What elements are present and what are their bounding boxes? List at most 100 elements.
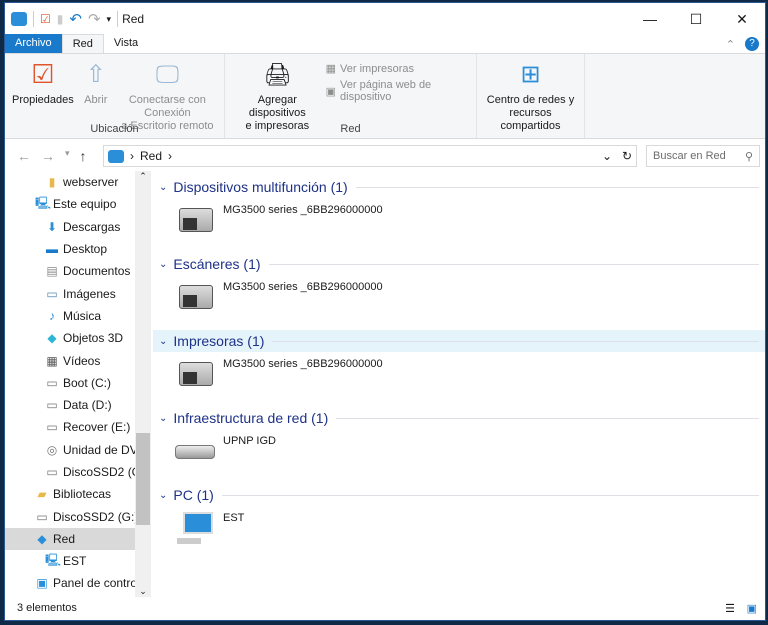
back-button[interactable]: ← — [17, 148, 31, 164]
sidebar-item[interactable]: ▭ Recover (E:) — [5, 416, 151, 438]
tab-vista[interactable]: Vista — [104, 34, 148, 54]
sidebar-item[interactable]: ⬇ Descargas — [5, 216, 151, 238]
pictures-icon: ▭ — [46, 286, 58, 301]
forward-button[interactable]: → — [41, 148, 55, 164]
chevron-down-icon[interactable]: ⌄ — [159, 182, 167, 193]
printers-icon: ▦ — [325, 63, 337, 75]
sidebar-item-label: Recover (E:) — [63, 420, 131, 435]
close-button[interactable]: ✕ — [719, 3, 765, 35]
group-header[interactable]: ⌄ Dispositivos multifunción (1) — [153, 176, 765, 198]
sidebar-item-label: Música — [63, 308, 102, 323]
folder-icon: ▮ — [48, 175, 56, 190]
control-panel-icon: ▣ — [36, 576, 48, 591]
status-bar: 3 elementos ☰ ▣ — [5, 596, 765, 620]
sidebar-item-label: Vídeos — [63, 353, 101, 368]
sidebar-item-label: EST — [63, 554, 87, 569]
sidebar-item[interactable]: 🖳 Este equipo — [5, 193, 151, 215]
group-header[interactable]: ⌄ Impresoras (1) — [153, 330, 765, 352]
chevron-down-icon[interactable]: ⌄ — [159, 259, 167, 270]
address-dropdown-icon[interactable]: ⌄ — [602, 149, 612, 163]
tab-red[interactable]: Red — [61, 34, 104, 54]
group-header[interactable]: ⌄ Escáneres (1) — [153, 253, 765, 275]
sidebar-item[interactable]: ▭ Boot (C:) — [5, 372, 151, 394]
chevron-down-icon[interactable]: ⌄ — [159, 413, 167, 424]
sidebar-item-label: Data (D:) — [63, 398, 112, 413]
centro-redes-button[interactable]: ⊞ Centro de redes y recursos compartidos — [481, 58, 580, 138]
window-title: Red — [122, 12, 145, 26]
details-view-icon[interactable]: ☰ — [725, 602, 735, 615]
open-icon: ⇧ — [85, 60, 106, 88]
router-icon — [175, 435, 215, 469]
sidebar-item[interactable]: ◆ Red — [5, 527, 151, 551]
sidebar-item-label: Panel de control — [53, 576, 140, 591]
sidebar-item[interactable]: ▤ Documentos — [5, 260, 151, 282]
sidebar-item[interactable]: ♪ Música — [5, 305, 151, 327]
redo-icon[interactable]: ↷ — [88, 10, 101, 28]
tab-archivo[interactable]: Archivo — [5, 34, 62, 54]
search-icon: ⚲ — [744, 150, 753, 163]
title-bar: ☑ ▮ ↶ ↷ ▾ Red — ☐ ✕ — [5, 3, 765, 35]
undo-icon[interactable]: ↶ — [69, 10, 82, 28]
explorer-window: ☑ ▮ ↶ ↷ ▾ Red — ☐ ✕ Archivo Red Vista ⌃?… — [4, 2, 766, 621]
sidebar-item-label: webserver — [63, 175, 119, 190]
sidebar-item[interactable]: ▭ Imágenes — [5, 282, 151, 304]
refresh-icon[interactable]: ↻ — [622, 149, 632, 163]
sidebar-item[interactable]: ▭ Data (D:) — [5, 394, 151, 416]
drive-icon: ▭ — [46, 375, 58, 390]
drive-icon: ▭ — [36, 509, 48, 524]
sidebar-item[interactable]: ▦ Vídeos — [5, 349, 151, 371]
content-pane: ⌄ Dispositivos multifunción (1) MG3500 ser… — [153, 171, 765, 597]
ver-impresoras-button[interactable]: ▦ Ver impresoras — [325, 62, 472, 76]
sidebar-item[interactable]: ▭ DiscoSSD2 (G:) — [5, 461, 151, 483]
minimize-button[interactable]: — — [627, 3, 673, 35]
video-icon: ▦ — [46, 353, 58, 368]
remote-desktop-icon: 🖵 — [155, 60, 179, 88]
sidebar-item[interactable]: ▮ webserver — [5, 171, 151, 193]
chevron-down-icon[interactable]: ⌄ — [159, 490, 167, 501]
sidebar-item-label: Red — [53, 531, 76, 546]
device-item[interactable]: MG3500 series _6BB296000000 — [153, 198, 765, 248]
maximize-button[interactable]: ☐ — [673, 3, 719, 35]
sidebar-item[interactable]: 🖳 EST — [5, 550, 151, 572]
device-item[interactable]: MG3500 series _6BB296000000 — [153, 275, 765, 325]
sidebar-item[interactable]: ▣ Panel de control — [5, 572, 151, 594]
drive-icon: ▭ — [46, 398, 58, 413]
printer-icon — [175, 358, 215, 392]
web-page-icon: ▣ — [325, 85, 337, 98]
search-input[interactable]: Buscar en Red ⚲ — [646, 145, 760, 167]
library-icon: ▰ — [37, 487, 47, 502]
help-icon[interactable]: ? — [745, 37, 759, 51]
recent-dropdown[interactable]: ▾ — [65, 148, 70, 164]
up-button[interactable]: ↑ — [80, 148, 87, 164]
large-icons-view-icon[interactable]: ▣ — [747, 602, 757, 615]
group-header[interactable]: ⌄ PC (1) — [153, 484, 765, 506]
device-item[interactable]: UPNP IGD — [153, 429, 765, 479]
collapse-ribbon-icon[interactable]: ⌃ — [726, 38, 735, 51]
sidebar-item[interactable]: ▬ Desktop — [5, 238, 151, 260]
printer-icon — [175, 204, 215, 238]
sidebar-item[interactable]: ◆ Objetos 3D — [5, 327, 151, 349]
ver-pagina-web-button[interactable]: ▣ Ver página web de dispositivo — [326, 79, 472, 103]
sidebar-item[interactable]: ▰ Bibliotecas — [5, 483, 151, 505]
network-icon — [108, 149, 124, 163]
computer-icon: 🖳 — [45, 552, 62, 567]
sidebar-item[interactable]: ▭ DiscoSSD2 (G:) — [5, 505, 151, 527]
drive-icon: ▭ — [46, 465, 58, 479]
computer-icon: 🖳 — [35, 195, 52, 210]
sidebar-scrollbar[interactable]: ⌃ ⌄ — [135, 171, 151, 597]
navigation-pane: ⌃ ⌄ ▮ webserver 🖳 Este equipo ⬇ Descargas ▬ Deskt… — [5, 171, 151, 597]
device-item[interactable]: MG3500 series _6BB296000000 — [153, 352, 765, 402]
sidebar-item[interactable]: ◎ Unidad de DVD — [5, 439, 151, 461]
properties-icon: ☑ — [31, 58, 55, 89]
device-item[interactable]: EST — [153, 506, 765, 556]
address-bar[interactable]: › Red › ⌄ ↻ — [103, 145, 637, 167]
dvd-icon: ◎ — [46, 442, 58, 457]
new-folder-icon[interactable]: ▮ — [57, 12, 64, 26]
group-header[interactable]: ⌄ Infraestructura de red (1) — [153, 407, 765, 429]
chevron-down-icon[interactable]: ⌄ — [159, 336, 167, 347]
customize-dropdown-icon[interactable]: ▾ — [107, 14, 112, 25]
properties-icon[interactable]: ☑ — [40, 12, 51, 26]
sidebar-item-label: Este equipo — [53, 197, 117, 212]
breadcrumb-red[interactable]: Red — [140, 149, 162, 163]
network-center-icon: ⊞ — [520, 60, 541, 88]
